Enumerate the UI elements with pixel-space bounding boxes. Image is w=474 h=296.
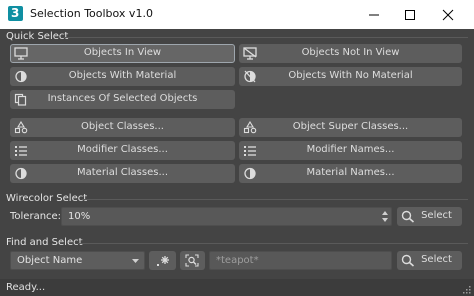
status-bar: Ready... <box>0 279 474 296</box>
minimize-button[interactable] <box>354 0 394 29</box>
wirecolor-select-label: Wirecolor Select <box>6 193 88 204</box>
find-and-select-label: Find and Select <box>6 237 83 248</box>
search-placeholder: *teapot* <box>216 255 259 266</box>
find-select-button[interactable]: Select <box>397 251 462 270</box>
maximize-button[interactable] <box>390 0 430 29</box>
modifier-classes-button[interactable]: Modifier Classes... <box>10 141 235 160</box>
instances-of-selected-button[interactable]: Instances Of Selected Objects <box>10 90 235 109</box>
objects-not-in-view-button[interactable]: Objects Not In View <box>239 44 462 63</box>
objects-with-material-button[interactable]: Objects With Material <box>10 67 235 86</box>
button-label: Material Classes... <box>76 167 168 178</box>
modifier-names-button[interactable]: Modifier Names... <box>239 141 462 160</box>
app-icon: 3 <box>8 6 23 21</box>
object-super-classes-button[interactable]: Object Super Classes... <box>239 118 462 137</box>
chevron-down-icon <box>132 259 139 263</box>
tolerance-value: 10% <box>68 211 91 222</box>
section-divider <box>82 199 468 200</box>
button-label: Modifier Names... <box>306 144 395 155</box>
material-names-button[interactable]: Material Names... <box>239 164 462 183</box>
wildcard-toggle-button[interactable] <box>149 251 176 270</box>
button-label: Objects In View <box>83 47 162 58</box>
button-label: Object Super Classes... <box>292 121 409 132</box>
find-in-selection-icon <box>185 254 199 267</box>
status-text: Ready... <box>6 282 46 293</box>
quick-select-label: Quick Select <box>6 31 69 42</box>
wildcard-icon <box>157 256 169 266</box>
material-classes-button[interactable]: Material Classes... <box>10 164 235 183</box>
close-button[interactable] <box>428 0 468 29</box>
window-title: Selection Toolbox v1.0 <box>30 7 153 20</box>
button-label: Select <box>421 210 452 221</box>
objects-in-view-button[interactable]: Objects In View <box>10 44 235 63</box>
title-bar: 3 Selection Toolbox v1.0 <box>0 0 474 29</box>
button-label: Object Classes... <box>81 121 164 132</box>
maximize-icon <box>405 10 415 20</box>
search-input[interactable]: *teapot* <box>209 251 392 270</box>
wirecolor-select-button[interactable]: Select <box>397 207 462 226</box>
minimize-icon <box>369 14 379 16</box>
dropdown-value: Object Name <box>17 255 83 266</box>
section-divider <box>78 243 468 244</box>
resize-grip-icon[interactable] <box>462 285 471 294</box>
tolerance-spinner[interactable]: 10% <box>61 207 392 226</box>
button-label: Select <box>421 254 452 265</box>
button-label: Objects With No Material <box>288 70 413 81</box>
button-label: Objects Not In View <box>301 47 400 58</box>
section-divider <box>64 37 468 38</box>
close-icon <box>442 9 454 21</box>
object-classes-button[interactable]: Object Classes... <box>10 118 235 137</box>
button-label: Objects With Material <box>68 70 177 81</box>
search-mode-dropdown[interactable]: Object Name <box>10 251 145 270</box>
tolerance-label: Tolerance: <box>10 211 62 222</box>
objects-with-no-material-button[interactable]: Objects With No Material <box>239 67 462 86</box>
button-label: Modifier Classes... <box>77 144 168 155</box>
button-label: Material Names... <box>306 167 395 178</box>
button-label: Instances Of Selected Objects <box>47 93 198 104</box>
find-options-button[interactable] <box>180 251 205 270</box>
spinner-arrows-icon[interactable] <box>382 211 388 222</box>
